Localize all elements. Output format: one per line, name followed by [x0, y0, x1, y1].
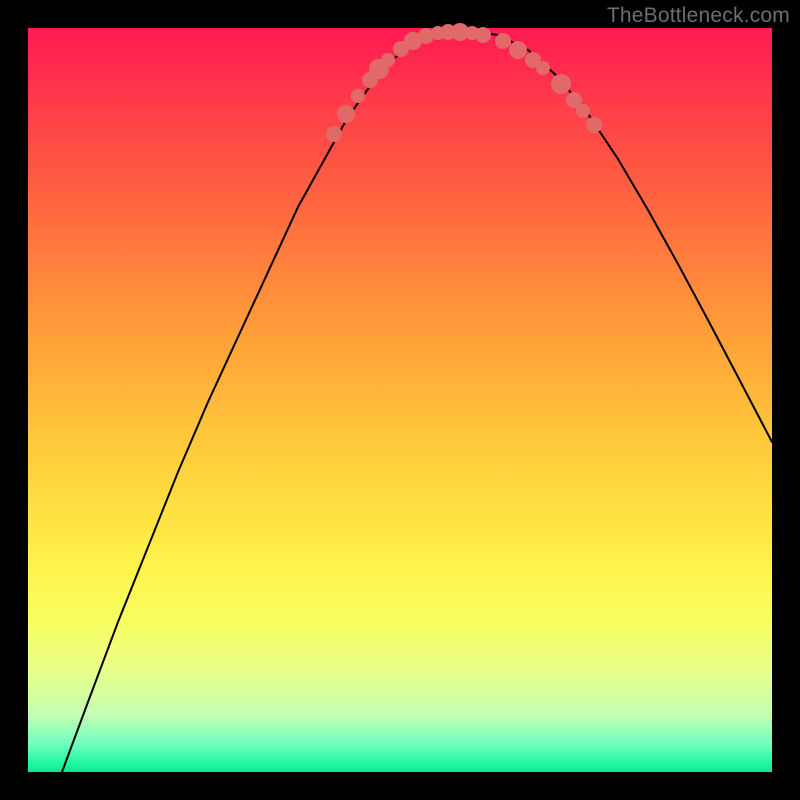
bottleneck-curve [62, 32, 772, 772]
curve-marker [351, 89, 365, 103]
curve-marker [495, 33, 511, 49]
watermark-text: TheBottleneck.com [607, 4, 790, 28]
chart-frame [28, 28, 772, 772]
curve-marker [475, 27, 491, 43]
chart-svg [28, 28, 772, 772]
curve-marker [509, 41, 527, 59]
curve-marker [381, 53, 395, 67]
curve-marker [326, 126, 342, 142]
curve-markers-group [326, 23, 602, 142]
curve-marker [576, 104, 590, 118]
curve-marker [536, 61, 550, 75]
curve-marker [551, 74, 571, 94]
curve-marker [586, 117, 602, 133]
curve-marker [337, 105, 355, 123]
